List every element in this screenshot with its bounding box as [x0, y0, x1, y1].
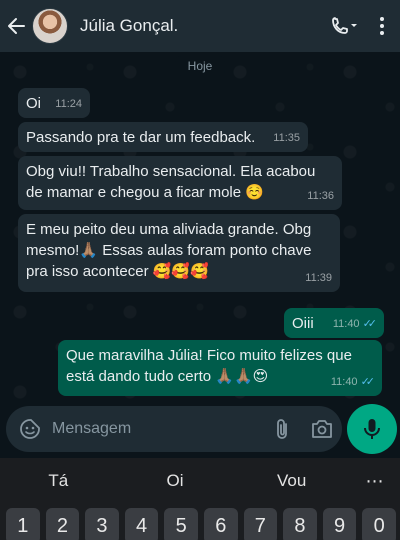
message-incoming[interactable]: Passando pra te dar um feedback. 11:35: [18, 122, 308, 152]
key-2[interactable]: 2: [45, 508, 80, 540]
back-arrow-icon[interactable]: [2, 0, 30, 52]
call-icon[interactable]: [324, 0, 364, 52]
time-label: 11:24: [55, 98, 82, 110]
message-line: Que maravilha Júlia! Fico muito felizes …: [66, 347, 352, 364]
chat-area[interactable]: Hoje Oi 11:24 Passando pra te dar um fee…: [0, 52, 400, 404]
time-label: 11:39: [305, 272, 332, 284]
message-line-text: de mamar e chegou a ficar mole: [26, 184, 242, 201]
key-3[interactable]: 3: [85, 508, 119, 540]
message-outgoing[interactable]: Que maravilha Júlia! Fico muito felizes …: [58, 340, 382, 396]
message-incoming[interactable]: Oi 11:24: [18, 88, 90, 118]
more-suggestions-icon[interactable]: ⋯: [350, 471, 400, 492]
key-6[interactable]: 6: [203, 508, 238, 540]
mic-icon: [364, 419, 380, 439]
message-line: de mamar e chegou a ficar mole ☺️: [26, 182, 334, 203]
key-1[interactable]: 1: [6, 508, 40, 540]
suggestion-2[interactable]: Oi: [117, 471, 234, 491]
pray-love-emoji: 🙏🏽🙏🏽😍: [215, 367, 269, 385]
time-label: 11:36: [307, 190, 334, 202]
sticker-icon[interactable]: [10, 406, 50, 452]
message-input[interactable]: [50, 406, 262, 452]
avatar[interactable]: [32, 8, 68, 44]
message-incoming[interactable]: Obg viu!! Trabalho sensacional. Ela acab…: [18, 156, 342, 210]
message-text: Oiii: [292, 315, 314, 332]
message-line-text: mesmo!: [26, 242, 80, 259]
time-label: 11:40: [330, 376, 358, 388]
keyboard: Tá Oi Vou ⋯ 1 2 3 4 5 6 7 8 9 0: [0, 458, 400, 540]
message-text: Passando pra te dar um feedback.: [26, 129, 256, 146]
attach-icon[interactable]: [262, 406, 302, 452]
message-time: 11:24: [55, 94, 82, 114]
suggestion-1[interactable]: Tá: [0, 471, 117, 491]
time-label: 11:40: [332, 318, 360, 330]
key-5[interactable]: 5: [164, 508, 198, 540]
chat-header: Júlia Gonçal.: [0, 0, 400, 52]
message-line: E meu peito deu uma aliviada grande. Obg: [26, 221, 312, 238]
message-line: pra isso acontecer 🥰🥰🥰: [26, 261, 332, 282]
contact-name[interactable]: Júlia Gonçal.: [80, 16, 324, 36]
key-4[interactable]: 4: [124, 508, 159, 540]
message-time: 11:36: [307, 186, 334, 206]
smile-emoji: ☺️: [245, 183, 264, 201]
camera-icon[interactable]: [302, 406, 342, 452]
message-time: 11:35: [273, 128, 300, 148]
message-outgoing[interactable]: Oiii 11:40 ✓✓: [284, 308, 384, 338]
suggestion-3[interactable]: Vou: [233, 471, 350, 491]
date-chip: Hoje: [175, 56, 225, 76]
pray-emoji: 🙏🏽: [79, 241, 99, 259]
key-0[interactable]: 0: [362, 508, 396, 540]
message-text: Oi: [26, 95, 41, 112]
message-line-text: pra isso acontecer: [26, 263, 149, 280]
more-vert-icon[interactable]: [364, 0, 400, 52]
time-label: 11:35: [273, 132, 300, 144]
message-time: 11:40 ✓✓: [330, 372, 376, 392]
read-ticks-icon: ✓✓: [362, 318, 378, 330]
message-line-text: está dando tudo certo: [66, 368, 212, 385]
message-line: está dando tudo certo 🙏🏽🙏🏽😍: [66, 366, 374, 387]
mic-button[interactable]: [347, 404, 397, 454]
key-8[interactable]: 8: [283, 508, 317, 540]
love-emoji: 🥰🥰🥰: [152, 262, 209, 280]
message-time: 11:39: [305, 268, 332, 288]
number-row: 1 2 3 4 5 6 7 8 9 0: [0, 504, 400, 540]
message-line: Obg viu!! Trabalho sensacional. Ela acab…: [26, 163, 316, 180]
key-9[interactable]: 9: [322, 508, 357, 540]
read-ticks-icon: ✓✓: [360, 376, 376, 388]
message-time: 11:40 ✓✓: [332, 314, 378, 334]
key-7[interactable]: 7: [243, 508, 278, 540]
composer-bar: [6, 406, 342, 452]
message-line-text: Essas aulas foram ponto chave: [98, 242, 312, 259]
message-line: mesmo!🙏🏽 Essas aulas foram ponto chave: [26, 240, 332, 261]
suggestion-strip: Tá Oi Vou ⋯: [0, 458, 400, 504]
message-incoming[interactable]: E meu peito deu uma aliviada grande. Obg…: [18, 214, 340, 292]
